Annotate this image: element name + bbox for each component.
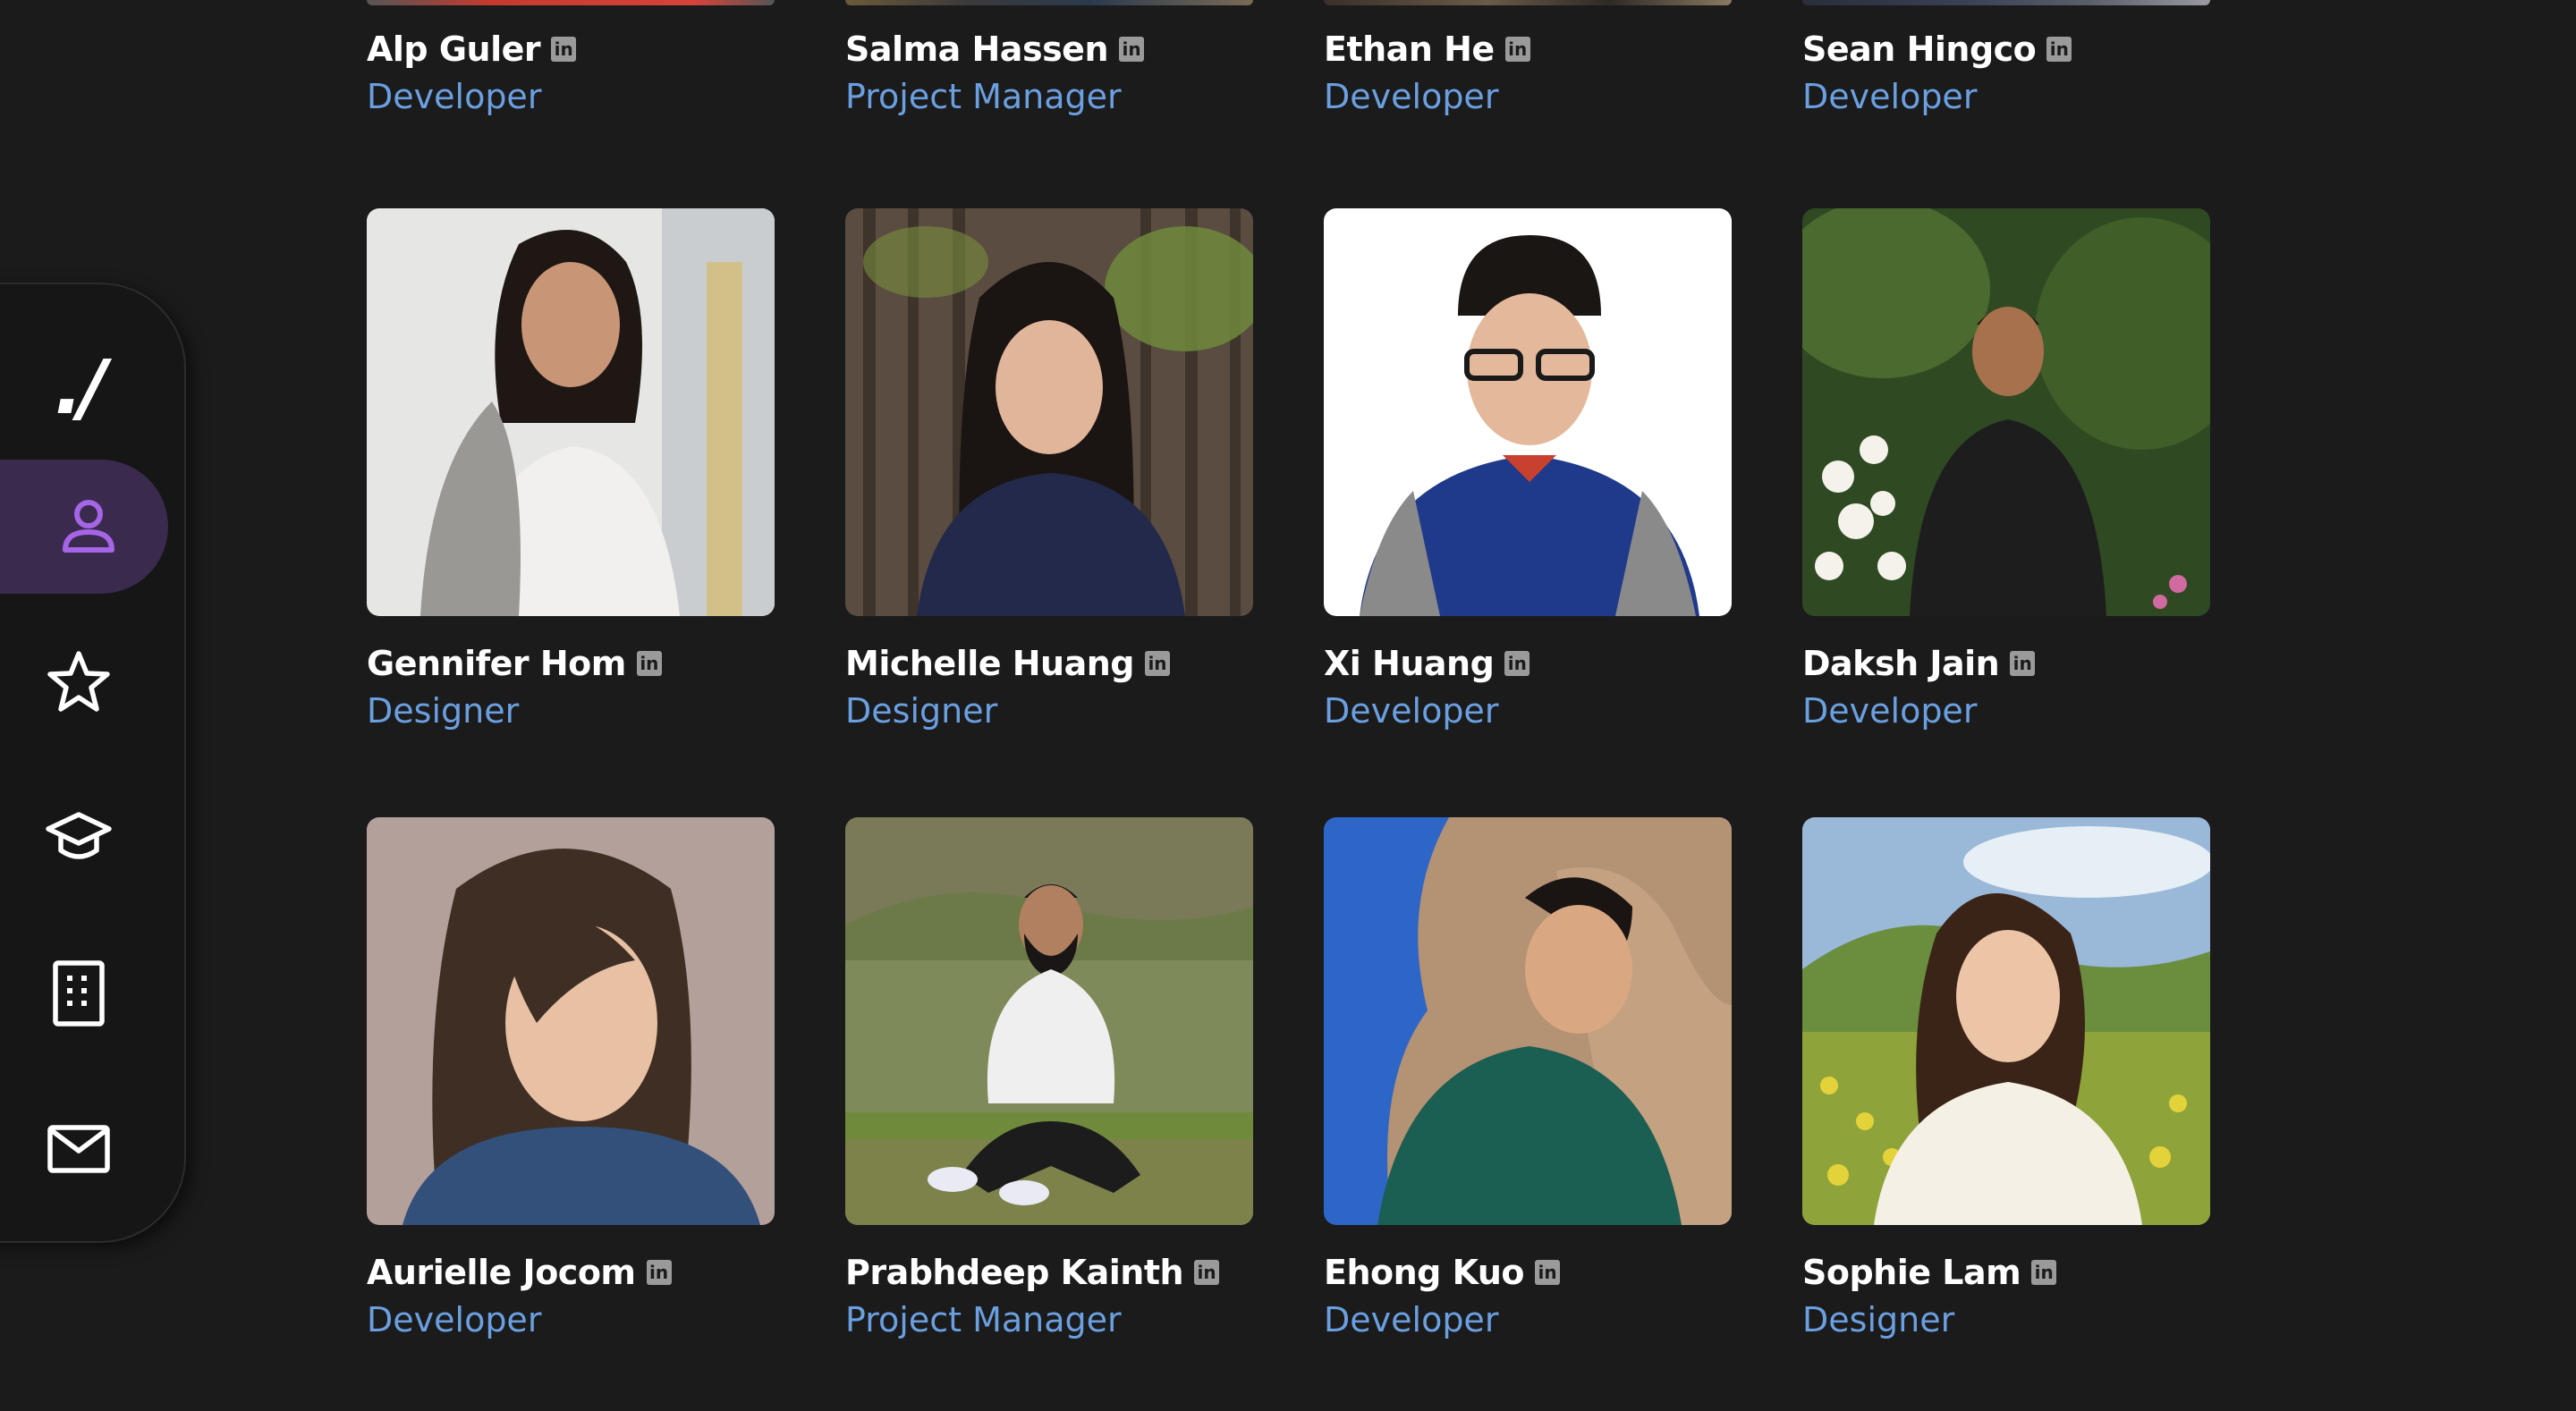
- member-photo: [1324, 817, 1732, 1225]
- linkedin-icon[interactable]: in: [1535, 1260, 1561, 1285]
- member-name: Daksh Jain: [1802, 644, 2000, 683]
- member-role: Developer: [367, 77, 542, 116]
- member-role: Designer: [1802, 1300, 1955, 1339]
- linkedin-icon[interactable]: in: [636, 651, 662, 676]
- member-photo: [367, 208, 775, 616]
- member-name: Sean Hingco: [1802, 30, 2037, 69]
- nav-education[interactable]: [0, 771, 157, 905]
- linkedin-icon[interactable]: in: [1119, 37, 1145, 62]
- linkedin-icon[interactable]: in: [1194, 1260, 1220, 1285]
- photo-edge: [1802, 0, 2210, 5]
- nav-projects[interactable]: [0, 926, 157, 1060]
- mail-icon: [47, 1125, 110, 1173]
- member-photo: [1802, 817, 2210, 1225]
- star-icon: [47, 651, 110, 712]
- member-role: Project Manager: [845, 77, 1122, 116]
- member-name: Prabhdeep Kainth: [845, 1253, 1184, 1292]
- team-card: Ehong Kuo in Developer: [1324, 817, 1732, 1339]
- profile-icon: [63, 500, 114, 553]
- member-photo: [1324, 208, 1732, 616]
- document-list-icon: [53, 960, 105, 1027]
- photo-edge: [1324, 0, 1732, 5]
- member-name: Michelle Huang: [845, 644, 1135, 683]
- linkedin-icon[interactable]: in: [2031, 1260, 2057, 1285]
- member-role: Designer: [367, 691, 520, 731]
- member-role: Designer: [845, 691, 998, 731]
- team-card: Xi Huang in Developer: [1324, 208, 1732, 731]
- member-role: Developer: [1802, 77, 1978, 116]
- linkedin-icon[interactable]: in: [2046, 37, 2072, 62]
- linkedin-icon[interactable]: in: [1504, 37, 1530, 62]
- linkedin-icon[interactable]: in: [551, 37, 577, 62]
- member-photo: [845, 817, 1253, 1225]
- nav-favorites[interactable]: [0, 615, 157, 749]
- nav-contact[interactable]: [0, 1082, 157, 1216]
- member-name: Gennifer Hom: [367, 644, 626, 683]
- team-card: Daksh Jain in Developer: [1802, 208, 2210, 731]
- member-name: Ehong Kuo: [1324, 1253, 1525, 1292]
- team-card: Sean Hingco in Developer: [1802, 0, 2210, 116]
- member-photo: [367, 817, 775, 1225]
- team-card: Sophie Lam in Designer: [1802, 817, 2210, 1339]
- team-card: Gennifer Hom in Designer: [367, 208, 775, 731]
- member-role: Developer: [367, 1300, 542, 1339]
- team-card: Ethan He in Developer: [1324, 0, 1732, 116]
- photo-edge: [845, 0, 1253, 5]
- linkedin-icon[interactable]: in: [646, 1260, 672, 1285]
- member-role: Project Manager: [845, 1300, 1122, 1339]
- site-logo[interactable]: ./: [0, 338, 157, 436]
- photo-edge: [367, 0, 775, 5]
- member-role: Developer: [1324, 77, 1499, 116]
- member-name: Ethan He: [1324, 30, 1495, 69]
- member-role: Developer: [1802, 691, 1978, 731]
- member-name: Alp Guler: [367, 30, 541, 69]
- linkedin-icon[interactable]: in: [1145, 651, 1170, 676]
- nav-profile[interactable]: [0, 460, 168, 594]
- team-card: Prabhdeep Kainth in Project Manager: [845, 817, 1253, 1339]
- member-role: Developer: [1324, 691, 1499, 731]
- member-name: Sophie Lam: [1802, 1253, 2021, 1292]
- linkedin-icon[interactable]: in: [2010, 651, 2036, 676]
- team-page: ./ Alp Guler in Developer Salma Hassen i…: [0, 0, 2576, 1411]
- linkedin-icon[interactable]: in: [1504, 651, 1530, 676]
- sidebar-nav: ./: [0, 283, 186, 1243]
- member-photo: [845, 208, 1253, 616]
- member-role: Developer: [1324, 1300, 1499, 1339]
- team-card: Aurielle Jocom in Developer: [367, 817, 775, 1339]
- member-name: Salma Hassen: [845, 30, 1109, 69]
- team-card: Salma Hassen in Project Manager: [845, 0, 1253, 116]
- member-name: Xi Huang: [1324, 644, 1495, 683]
- team-card: Alp Guler in Developer: [367, 0, 775, 116]
- graduation-cap-icon: [46, 812, 112, 859]
- member-photo: [1802, 208, 2210, 616]
- member-name: Aurielle Jocom: [367, 1253, 636, 1292]
- team-card: Michelle Huang in Designer: [845, 208, 1253, 731]
